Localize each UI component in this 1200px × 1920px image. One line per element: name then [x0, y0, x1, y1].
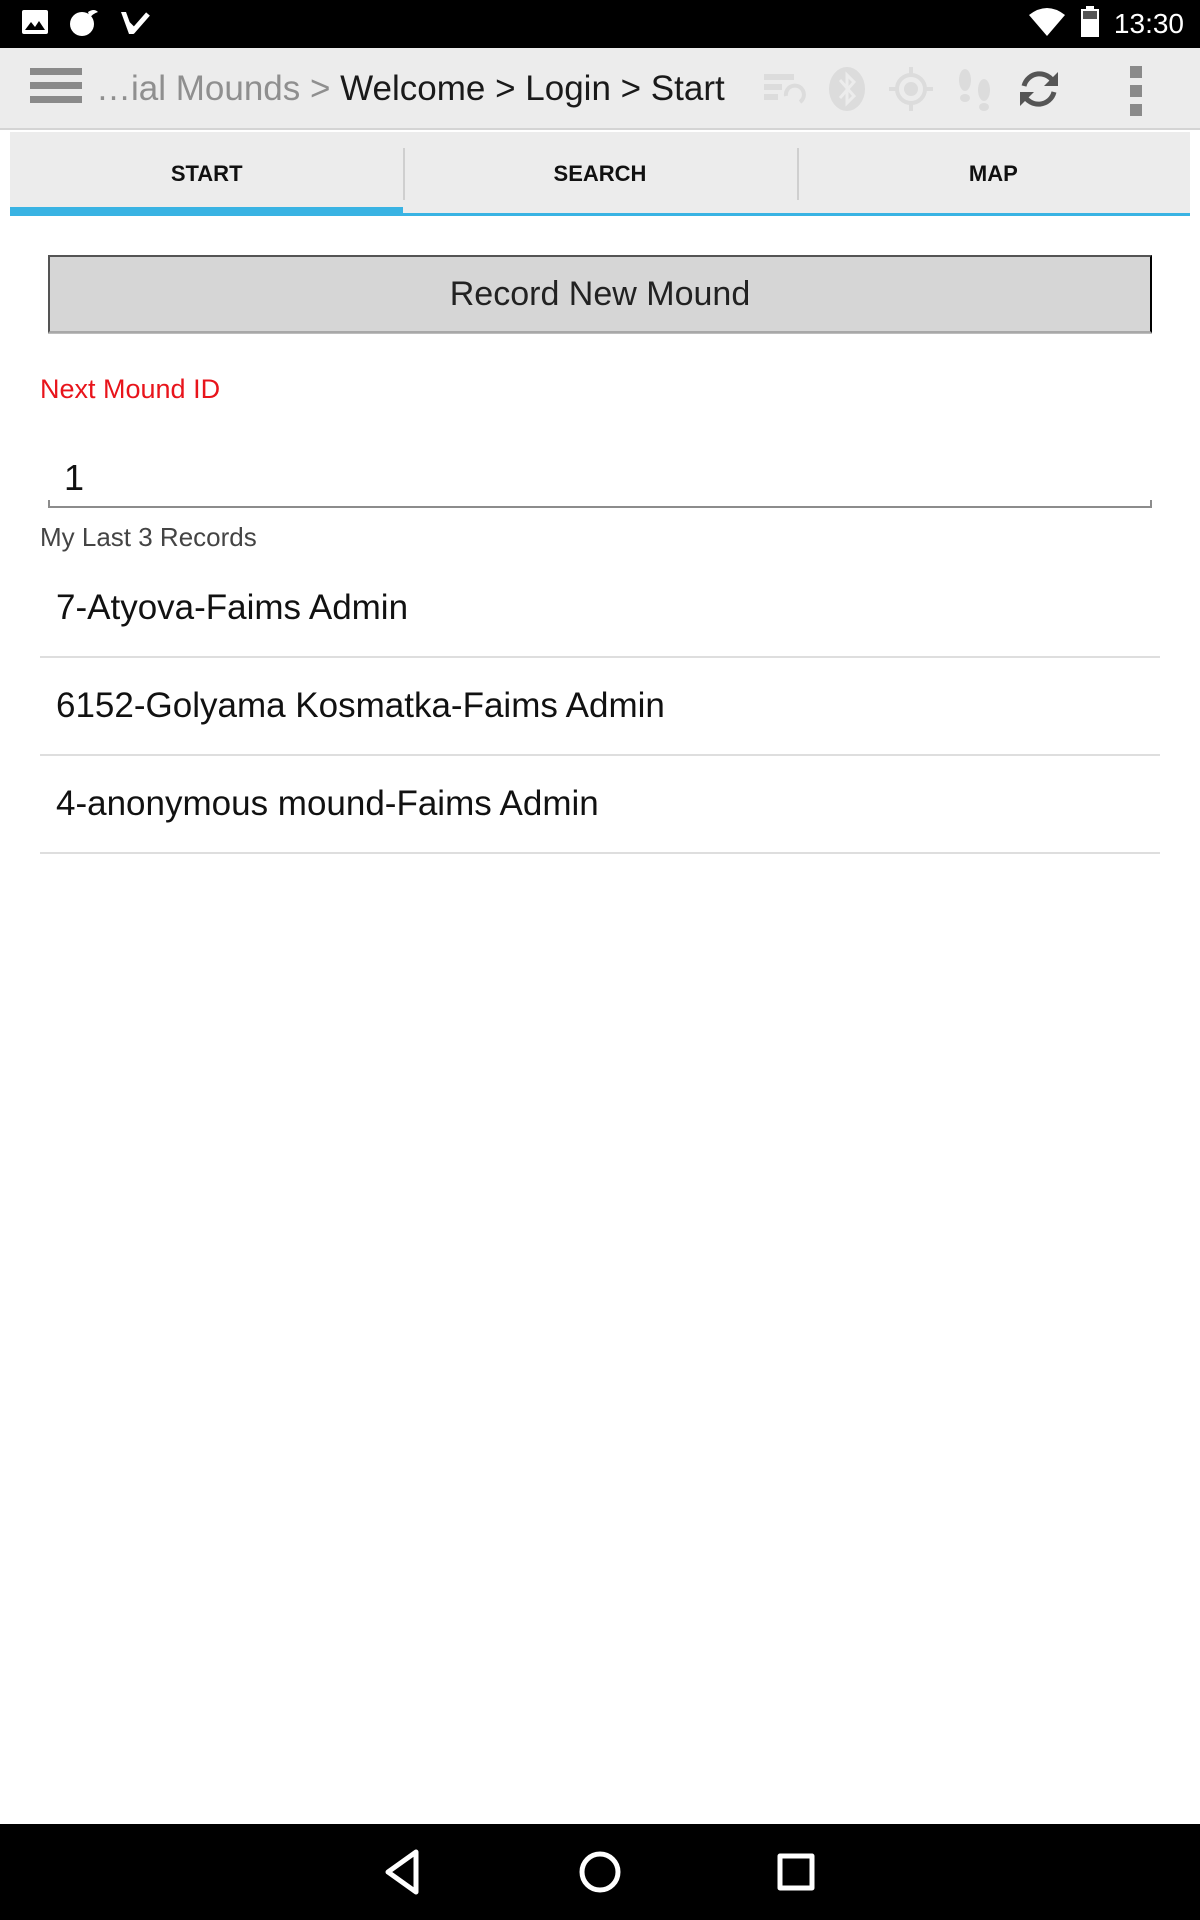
list-item[interactable]: 4-anonymous mound-Faims Admin — [40, 756, 1160, 854]
gallery-icon — [20, 7, 50, 42]
tab-map-indicator — [796, 213, 1190, 216]
sync-list-icon[interactable] — [760, 66, 806, 112]
tab-search[interactable]: SEARCH — [403, 132, 797, 216]
tab-map-label: MAP — [968, 161, 1018, 186]
breadcrumb-current: Welcome > Login > Start — [340, 69, 725, 108]
list-item[interactable]: 6152-Golyama Kosmatka-Faims Admin — [40, 658, 1160, 756]
tab-start[interactable]: START — [10, 132, 404, 216]
overflow-menu-icon[interactable] — [1112, 66, 1160, 116]
last-records-label: My Last 3 Records — [40, 522, 257, 552]
status-left-icons — [20, 8, 150, 40]
gps-icon[interactable] — [888, 66, 934, 112]
next-mound-id-label: Next Mound ID — [40, 374, 221, 404]
status-right: 13:30 — [1028, 0, 1184, 48]
task-check-icon — [118, 6, 150, 43]
action-bar: …ial Mounds > Welcome > Login > Start — [0, 48, 1200, 130]
tab-start-label: START — [170, 161, 243, 186]
record-new-mound-button[interactable]: Record New Mound — [48, 255, 1152, 333]
hamburger-menu-icon[interactable] — [30, 68, 82, 110]
last-records-list: 7-Atyova-Faims Admin 6152-Golyama Kosmat… — [40, 560, 1160, 854]
tab-search-label: SEARCH — [553, 161, 647, 186]
status-bar: 13:30 — [0, 0, 1200, 48]
next-mound-id-field[interactable]: 1 — [48, 448, 1152, 508]
footsteps-icon[interactable] — [952, 66, 998, 112]
breadcrumb: …ial Mounds > Welcome > Login > Start — [96, 48, 725, 130]
tab-start-indicator — [10, 207, 404, 216]
tab-map[interactable]: MAP — [796, 132, 1190, 216]
status-clock: 13:30 — [1113, 8, 1184, 39]
bluetooth-icon[interactable] — [824, 66, 870, 112]
list-item[interactable]: 7-Atyova-Faims Admin — [40, 560, 1160, 658]
home-icon[interactable] — [572, 1844, 628, 1900]
recent-apps-icon[interactable] — [768, 1844, 824, 1900]
wifi-icon — [1028, 7, 1066, 42]
tab-search-indicator — [403, 213, 797, 216]
back-icon[interactable] — [376, 1844, 432, 1900]
breadcrumb-parent[interactable]: …ial Mounds > — [96, 69, 340, 108]
refresh-icon[interactable] — [1016, 66, 1062, 112]
battery-icon — [1080, 5, 1100, 43]
notification-app-icon — [68, 6, 100, 43]
tab-bar: START SEARCH MAP — [10, 132, 1190, 216]
navigation-bar — [0, 1824, 1200, 1920]
